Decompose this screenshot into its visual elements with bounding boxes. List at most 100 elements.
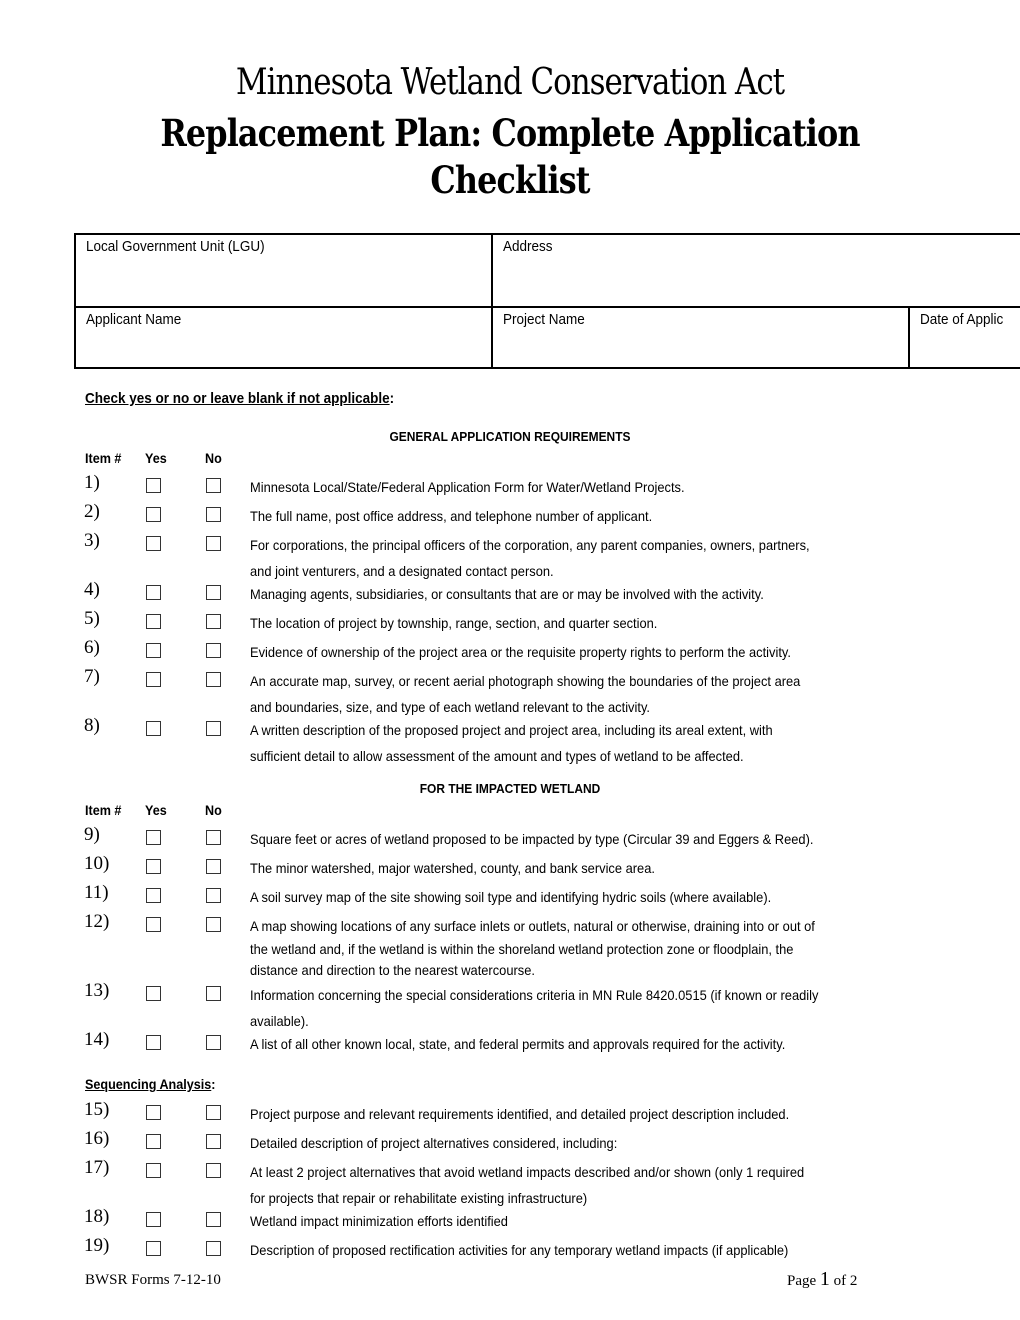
item-description: A map showing locations of any surface i… [250,913,949,981]
column-header-item: Item # [85,802,122,818]
item-description: Managing agents, subsidiaries, or consul… [250,586,764,602]
item-description: Description of proposed rectification ac… [250,1242,789,1258]
yes-checkbox[interactable] [146,859,161,874]
no-checkbox[interactable] [206,585,221,600]
no-checkbox[interactable] [206,672,221,687]
no-checkbox[interactable] [206,917,221,932]
no-checkbox[interactable] [206,507,221,522]
subtitle-line-1: Replacement Plan: Complete Application [160,111,860,155]
yes-checkbox[interactable] [146,1163,161,1178]
item-number: 15) [84,1099,110,1120]
yes-checkbox[interactable] [146,1105,161,1120]
no-checkbox[interactable] [206,830,221,845]
item-description: Wetland impact minimization efforts iden… [250,1213,508,1229]
item-number: 18) [84,1206,110,1227]
item-number: 11) [84,882,109,903]
item-description: The minor watershed, major watershed, co… [250,860,655,876]
item-number: 17) [84,1157,110,1178]
item-number: 19) [84,1235,110,1256]
section-title-general: GENERAL APPLICATION REQUIREMENTS [389,429,631,444]
item-description: A list of all other known local, state, … [250,1036,786,1052]
section-title-impacted: FOR THE IMPACTED WETLAND [419,781,601,796]
no-checkbox[interactable] [206,614,221,629]
no-checkbox[interactable] [206,721,221,736]
column-header-no: No [205,802,222,818]
item-description: Detailed description of project alternat… [250,1135,618,1151]
item-number: 8) [84,715,100,736]
no-checkbox[interactable] [206,478,221,493]
application-date-label: Date of Applic [920,311,1004,328]
yes-checkbox[interactable] [146,986,161,1001]
no-checkbox[interactable] [206,1035,221,1050]
item-description: Evidence of ownership of the project are… [250,644,792,660]
no-checkbox[interactable] [206,1134,221,1149]
no-checkbox[interactable] [206,1241,221,1256]
yes-checkbox[interactable] [146,1241,161,1256]
yes-checkbox[interactable] [146,888,161,903]
application-date-field[interactable]: Date of Applic [908,306,1020,369]
item-description: The location of project by township, ran… [250,615,658,631]
no-checkbox[interactable] [206,986,221,1001]
item-number: 7) [84,666,100,687]
yes-checkbox[interactable] [146,478,161,493]
applicant-name-label: Applicant Name [86,311,182,328]
item-description: Square feet or acres of wetland proposed… [250,831,814,847]
yes-checkbox[interactable] [146,830,161,845]
yes-checkbox[interactable] [146,672,161,687]
no-checkbox[interactable] [206,888,221,903]
subtitle-line-2: Checklist [430,158,590,202]
yes-checkbox[interactable] [146,507,161,522]
item-description: Project purpose and relevant requirement… [250,1106,790,1122]
item-number: 9) [84,824,100,845]
yes-checkbox[interactable] [146,643,161,658]
lgu-label: Local Government Unit (LGU) [86,238,265,255]
yes-checkbox[interactable] [146,614,161,629]
item-description: Minnesota Local/State/Federal Applicatio… [250,479,685,495]
no-checkbox[interactable] [206,643,221,658]
item-description-line: distance and direction to the nearest wa… [250,962,535,978]
section-title-sequencing: Sequencing Analysis: [85,1076,216,1092]
instructions: Check yes or no or leave blank if not ap… [85,390,395,407]
applicant-info-table: Local Government Unit (LGU) Address Appl… [74,233,1020,369]
item-number: 2) [84,501,100,522]
no-checkbox[interactable] [206,1163,221,1178]
no-checkbox[interactable] [206,859,221,874]
item-number: 4) [84,579,100,600]
item-number: 13) [84,980,110,1001]
project-name-field[interactable]: Project Name [491,306,910,369]
column-header-yes: Yes [145,802,167,818]
project-name-label: Project Name [503,311,585,328]
item-number: 5) [84,608,100,629]
no-checkbox[interactable] [206,1212,221,1227]
address-field[interactable]: Address [491,233,1020,308]
yes-checkbox[interactable] [146,1035,161,1050]
item-description: An accurate map, survey, or recent aeria… [250,673,801,715]
item-description: For corporations, the principal officers… [250,537,810,579]
applicant-name-field[interactable]: Applicant Name [74,306,493,369]
column-header-yes: Yes [145,450,167,466]
item-number: 3) [84,530,100,551]
item-description-line: the wetland and, if the wetland is withi… [250,941,794,957]
item-description: Information concerning the special consi… [250,987,819,1029]
yes-checkbox[interactable] [146,721,161,736]
item-number: 16) [84,1128,110,1149]
yes-checkbox[interactable] [146,1212,161,1227]
item-description: A written description of the proposed pr… [250,722,773,764]
item-number: 1) [84,472,100,493]
column-header-item: Item # [85,450,122,466]
yes-checkbox[interactable] [146,536,161,551]
item-description-line: A map showing locations of any surface i… [250,918,815,934]
item-number: 6) [84,637,100,658]
item-description: At least 2 project alternatives that avo… [250,1164,805,1206]
document-subtitle: Replacement Plan: Complete Application C… [71,110,948,204]
yes-checkbox[interactable] [146,1134,161,1149]
lgu-field[interactable]: Local Government Unit (LGU) [74,233,493,308]
item-number: 12) [84,911,110,932]
yes-checkbox[interactable] [146,585,161,600]
item-number: 10) [84,853,110,874]
no-checkbox[interactable] [206,1105,221,1120]
no-checkbox[interactable] [206,536,221,551]
address-label: Address [503,238,553,255]
item-description: A soil survey map of the site showing so… [250,889,772,905]
yes-checkbox[interactable] [146,917,161,932]
